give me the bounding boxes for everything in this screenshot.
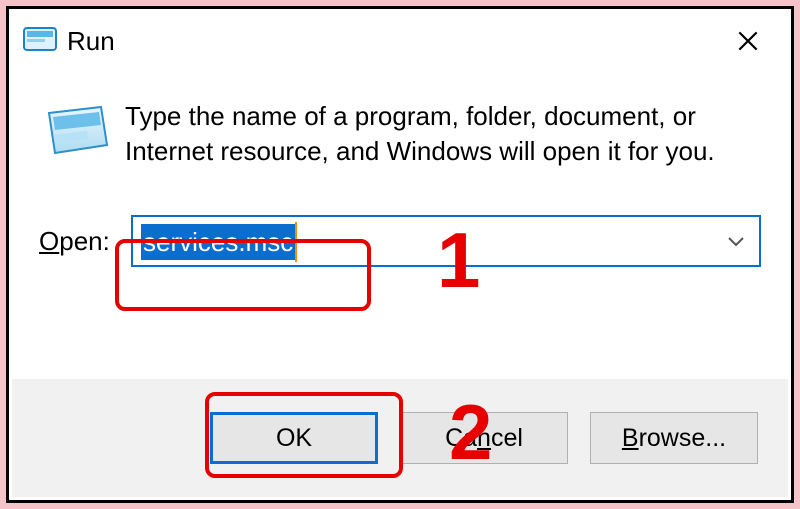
open-label: Open:	[39, 226, 131, 257]
browse-button[interactable]: Browse...	[590, 412, 758, 464]
browse-button-label: Browse...	[622, 424, 726, 453]
open-input-selection: services.msc	[141, 224, 295, 260]
cancel-button[interactable]: Cancel	[400, 412, 568, 464]
dialog-description: Type the name of a program, folder, docu…	[125, 99, 761, 169]
run-dialog-window: Run Type the name of a program	[6, 6, 794, 503]
chevron-down-icon	[726, 234, 746, 248]
cancel-button-label: Cancel	[445, 424, 523, 453]
ok-button[interactable]: OK	[210, 412, 378, 464]
open-row: Open: services.msc	[9, 215, 791, 267]
dialog-body: Type the name of a program, folder, docu…	[9, 73, 791, 169]
run-icon-small	[23, 25, 57, 58]
combobox-dropdown-button[interactable]	[722, 234, 749, 248]
close-button[interactable]	[723, 19, 773, 63]
open-combobox[interactable]: services.msc	[131, 215, 761, 267]
window-title: Run	[67, 26, 115, 57]
close-icon	[735, 28, 761, 54]
run-icon-large	[39, 99, 125, 169]
button-bar: OK Cancel Browse...	[12, 379, 788, 497]
ok-button-label: OK	[276, 424, 312, 453]
titlebar: Run	[9, 9, 791, 73]
